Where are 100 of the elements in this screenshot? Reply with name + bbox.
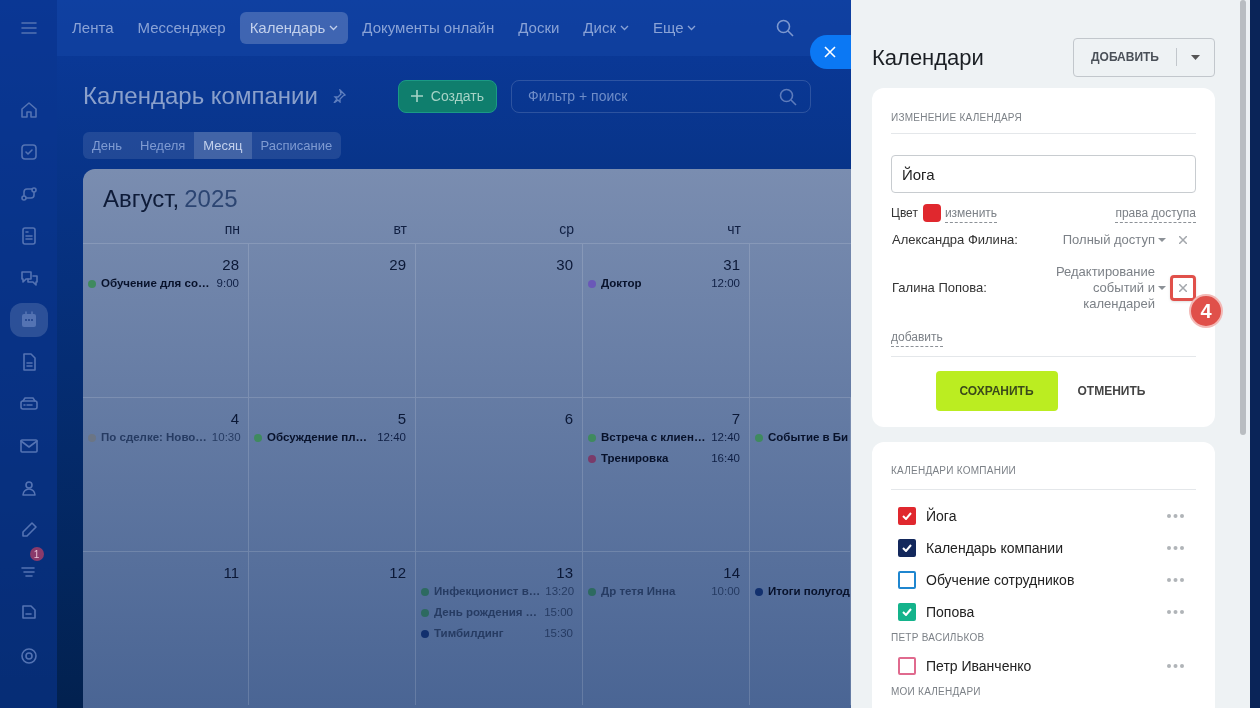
calendar-event[interactable]: Др тетя Инна 10:00	[583, 581, 749, 602]
checkbox[interactable]	[898, 507, 916, 525]
person-name: Александра Филина:	[891, 231, 1019, 250]
more-icon[interactable]	[1167, 578, 1184, 582]
color-label: Цвет	[891, 205, 918, 222]
weekday-label: пн	[224, 221, 240, 237]
pin-icon[interactable]	[331, 89, 346, 103]
page-title: Календарь компании	[83, 81, 318, 111]
calendar-event[interactable]: Событие в Би	[750, 427, 850, 448]
month-title: Август,	[103, 184, 180, 211]
nav-tab[interactable]: Еще	[642, 12, 707, 44]
mail-icon	[18, 436, 39, 456]
date-number: 28	[222, 256, 239, 273]
sidebar-button[interactable]	[9, 303, 48, 337]
date-number: 11	[223, 564, 239, 581]
search-icon[interactable]	[779, 87, 798, 106]
search-icon[interactable]	[776, 19, 795, 37]
calendar-event[interactable]: Итоги полугод	[750, 581, 850, 602]
checkmark-icon	[902, 608, 912, 616]
chat-icon	[18, 268, 39, 288]
nodes-icon	[18, 184, 39, 204]
name-field[interactable]: Йога	[891, 155, 1196, 193]
section-heading: КАЛЕНДАРИ КОМПАНИИ	[891, 465, 1196, 490]
step-badge: 4	[1189, 294, 1223, 328]
save-button[interactable]: СОХРАНИТЬ	[935, 371, 1058, 411]
chevron-icon	[687, 25, 697, 31]
nav-tab[interactable]: Диск	[573, 12, 639, 44]
change-link[interactable]: изменить	[944, 203, 998, 223]
access-dropdown[interactable]: Полный доступ	[1043, 232, 1166, 248]
calendar-list-item[interactable]: Йога	[891, 500, 1196, 532]
caret-icon	[1158, 286, 1166, 290]
nav-tab[interactable]: Доски	[508, 12, 570, 44]
calendar-event[interactable]: Встреча с клиен… 12:40	[583, 427, 749, 448]
section-heading: ПЕТР ВАСИЛЬКОВ	[891, 632, 986, 644]
nav-tab[interactable]: Документы онлайн	[352, 12, 505, 44]
weekday-label: ср	[559, 221, 574, 237]
panel-title: Календари	[872, 43, 984, 72]
add-link[interactable]: добавить	[891, 328, 943, 347]
close-icon	[824, 46, 836, 58]
section-heading: ИЗМЕНЕНИЕ КАЛЕНДАРЯ	[891, 110, 1196, 134]
view-tab[interactable]: Расписание	[251, 132, 342, 159]
checkmark-icon	[902, 544, 912, 552]
calendar-list-item[interactable]: Петр Иванченко	[891, 650, 1196, 682]
weekday-label: чт	[727, 221, 741, 237]
checkbox-icon	[18, 142, 39, 162]
checkbox[interactable]	[898, 603, 916, 621]
date-number: 14	[723, 564, 740, 581]
date-number: 5	[397, 410, 406, 427]
calendar-event[interactable]: Обучение для со… 9:00	[83, 273, 248, 294]
scrollbar[interactable]	[1240, 0, 1246, 435]
year-title: 2025	[184, 184, 238, 211]
access-dropdown[interactable]: Редактирование событий и календарей	[1043, 264, 1166, 312]
calendar-event[interactable]: Инфекционист в… 13:20	[416, 581, 582, 602]
checkbox[interactable]	[898, 657, 916, 675]
date-number: 6	[564, 410, 573, 427]
calendar-event[interactable]: Доктор 12:00	[583, 273, 749, 294]
person-name: Галина Попова:	[891, 279, 988, 298]
close-icon	[1179, 284, 1187, 292]
calendar-list-item[interactable]: Обучение сотрудников	[891, 564, 1196, 596]
checkbox[interactable]	[898, 571, 916, 589]
weekday-label: вт	[393, 221, 407, 237]
cancel-button[interactable]: ОТМЕНИТЬ	[1071, 371, 1152, 411]
create-button[interactable]: Создать	[397, 79, 498, 113]
access-link[interactable]: права доступа	[1115, 203, 1196, 223]
home-icon	[18, 100, 39, 120]
view-tab[interactable]: Неделя	[131, 132, 195, 159]
calendar-event[interactable]: Тренировка 16:40	[583, 448, 749, 469]
nav-tab[interactable]: Лента	[62, 12, 124, 44]
color-swatch[interactable]	[922, 204, 941, 222]
calendar-list-item[interactable]: Календарь компании	[891, 532, 1196, 564]
chevron-icon	[619, 25, 629, 31]
checkbox[interactable]	[898, 539, 916, 557]
date-number: 13	[556, 564, 573, 581]
notification-badge: 1	[29, 547, 44, 561]
more-icon[interactable]	[1167, 610, 1184, 614]
date-number: 30	[556, 256, 573, 273]
calendar-event[interactable]: По сделке: Ново… 10:30	[83, 427, 248, 448]
nav-tab[interactable]: Мессенджер	[127, 12, 236, 44]
section-heading: МОИ КАЛЕНДАРИ	[891, 686, 982, 698]
settings-icon	[18, 646, 39, 666]
checkmark-icon	[902, 512, 912, 520]
more-icon[interactable]	[1167, 664, 1184, 668]
date-number: 7	[731, 410, 740, 427]
date-number: 31	[723, 256, 740, 273]
calendar-list-item[interactable]: Попова	[891, 596, 1196, 628]
more-icon[interactable]	[1167, 546, 1184, 550]
nav-tab[interactable]: Календарь	[239, 12, 349, 44]
chevron-icon	[329, 25, 339, 31]
view-tab[interactable]: Месяц	[194, 132, 252, 159]
date-number: 29	[389, 256, 406, 273]
more-icon[interactable]	[1167, 514, 1184, 518]
caret-icon[interactable]	[1191, 54, 1200, 60]
close-button[interactable]	[810, 35, 854, 69]
add-button[interactable]: ДОБАВИТЬ	[1073, 37, 1215, 77]
view-tab[interactable]: День	[83, 132, 131, 159]
date-number: 12	[389, 564, 406, 581]
remove-button[interactable]	[1176, 281, 1190, 295]
calendar-event[interactable]: Обсуждение пл… 12:40	[249, 427, 415, 448]
caret-icon	[1158, 238, 1166, 242]
remove-button[interactable]	[1176, 233, 1190, 247]
